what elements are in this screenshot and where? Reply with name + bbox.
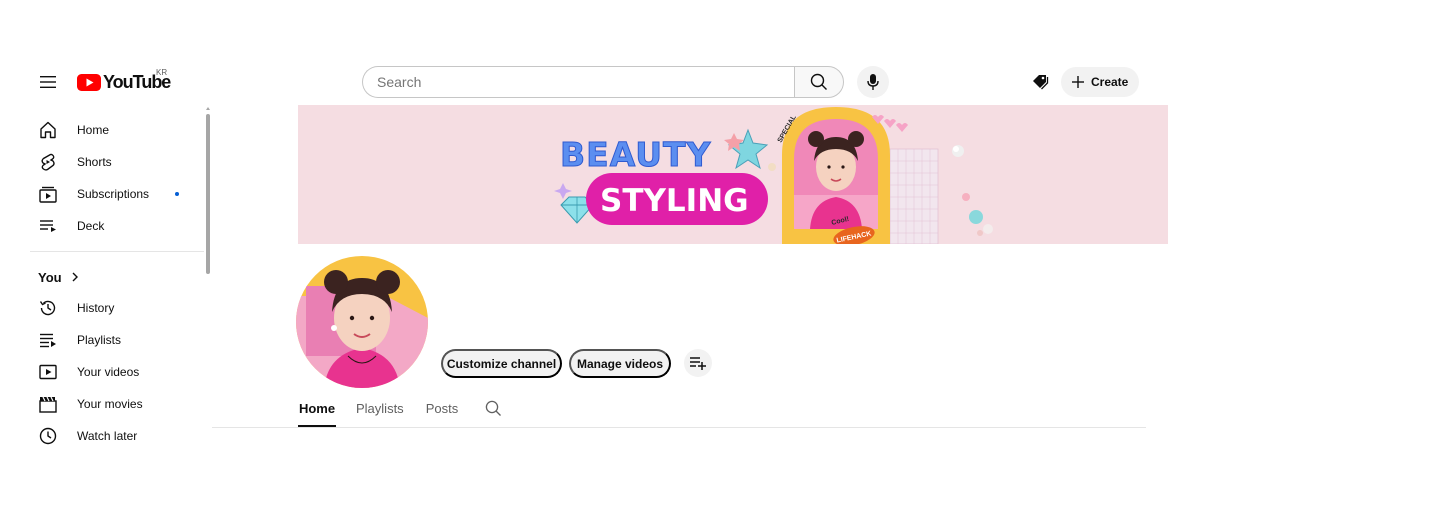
search-bar <box>362 66 844 98</box>
country-code: KR <box>156 68 168 77</box>
youtube-logo[interactable]: YouTube KR <box>77 68 171 94</box>
create-button[interactable]: Create <box>1061 67 1139 97</box>
tag-icon <box>1033 75 1049 90</box>
sidebar-item-label: Shorts <box>77 155 112 169</box>
sidebar-item-label: Playlists <box>77 333 122 347</box>
guide-menu-button[interactable] <box>32 66 64 98</box>
scroll-up-arrow-icon <box>206 107 210 110</box>
banner-artwork: LIFEHACK Cool! SPECIAL BEAUTY STYLING <box>554 107 993 244</box>
sidebar-divider <box>30 251 204 252</box>
paid-promotion-button[interactable] <box>1024 66 1056 98</box>
sidebar-item-your-movies[interactable]: Your movies <box>28 388 208 420</box>
sidebar-item-label: Subscriptions <box>77 187 150 201</box>
sidebar-item-watch-later[interactable]: Watch later <box>28 420 208 452</box>
sidebar-item-your-videos[interactable]: Your videos <box>28 356 208 388</box>
your-videos-icon <box>38 362 58 382</box>
channel-banner: LIFEHACK Cool! SPECIAL BEAUTY STYLING <box>298 105 1168 244</box>
microphone-icon <box>867 74 879 90</box>
manage-videos-button[interactable]: Manage videos <box>569 349 671 378</box>
sidebar-item-label: Home <box>77 123 110 137</box>
sidebar-item-shorts[interactable]: Shorts <box>28 146 208 178</box>
shorts-icon <box>38 152 58 172</box>
search-button[interactable] <box>794 66 844 98</box>
search-icon <box>485 400 502 416</box>
youtube-channel-page: YouTube KR Create <box>0 0 1436 515</box>
sidebar-item-subscriptions[interactable]: Subscriptions <box>28 178 208 210</box>
search-input[interactable] <box>362 66 794 98</box>
sidebar-you-header[interactable]: You <box>28 262 208 292</box>
playlists-icon <box>38 330 58 350</box>
search-icon <box>810 73 827 90</box>
tab-posts[interactable]: Posts <box>426 396 459 427</box>
playlist-add-icon <box>690 357 706 370</box>
sidebar-item-label: History <box>77 301 115 315</box>
sidebar-item-history[interactable]: History <box>28 292 208 324</box>
banner-headline-beauty: BEAUTY <box>560 135 712 174</box>
you-label: You <box>38 269 62 285</box>
new-content-dot <box>175 192 179 196</box>
tab-home[interactable]: Home <box>298 396 336 427</box>
sidebar: Home Shorts Subscriptions Deck You Histo… <box>28 114 208 452</box>
hamburger-menu-icon <box>40 76 56 88</box>
tab-search-button[interactable] <box>485 396 505 427</box>
home-icon <box>38 120 58 140</box>
watch-later-icon <box>38 426 58 446</box>
plus-icon <box>1072 76 1084 88</box>
channel-tabs: Home Playlists Posts <box>298 396 505 427</box>
sidebar-item-label: Watch later <box>77 429 138 443</box>
your-movies-icon <box>38 394 58 414</box>
channel-avatar[interactable] <box>296 256 428 388</box>
customize-channel-button[interactable]: Customize channel <box>441 349 562 378</box>
scrollbar-thumb[interactable] <box>206 114 210 274</box>
add-to-playlist-button[interactable] <box>684 349 712 377</box>
sidebar-item-deck[interactable]: Deck <box>28 210 208 242</box>
sidebar-item-label: Deck <box>77 219 105 233</box>
tabs-divider <box>212 427 1146 428</box>
tab-playlists[interactable]: Playlists <box>356 396 404 427</box>
voice-search-button[interactable] <box>857 66 889 98</box>
youtube-play-logo-icon <box>77 73 101 91</box>
sidebar-item-label: Your movies <box>77 397 143 411</box>
banner-headline-styling: STYLING <box>600 183 749 219</box>
avatar-image <box>296 256 428 388</box>
subscriptions-icon <box>38 184 58 204</box>
chevron-right-icon <box>72 272 78 282</box>
sidebar-item-playlists[interactable]: Playlists <box>28 324 208 356</box>
deck-icon <box>38 216 58 236</box>
sidebar-item-home[interactable]: Home <box>28 114 208 146</box>
sidebar-scrollbar[interactable] <box>206 107 210 274</box>
sidebar-item-label: Your videos <box>77 365 140 379</box>
history-icon <box>38 298 58 318</box>
create-label: Create <box>1091 75 1129 89</box>
